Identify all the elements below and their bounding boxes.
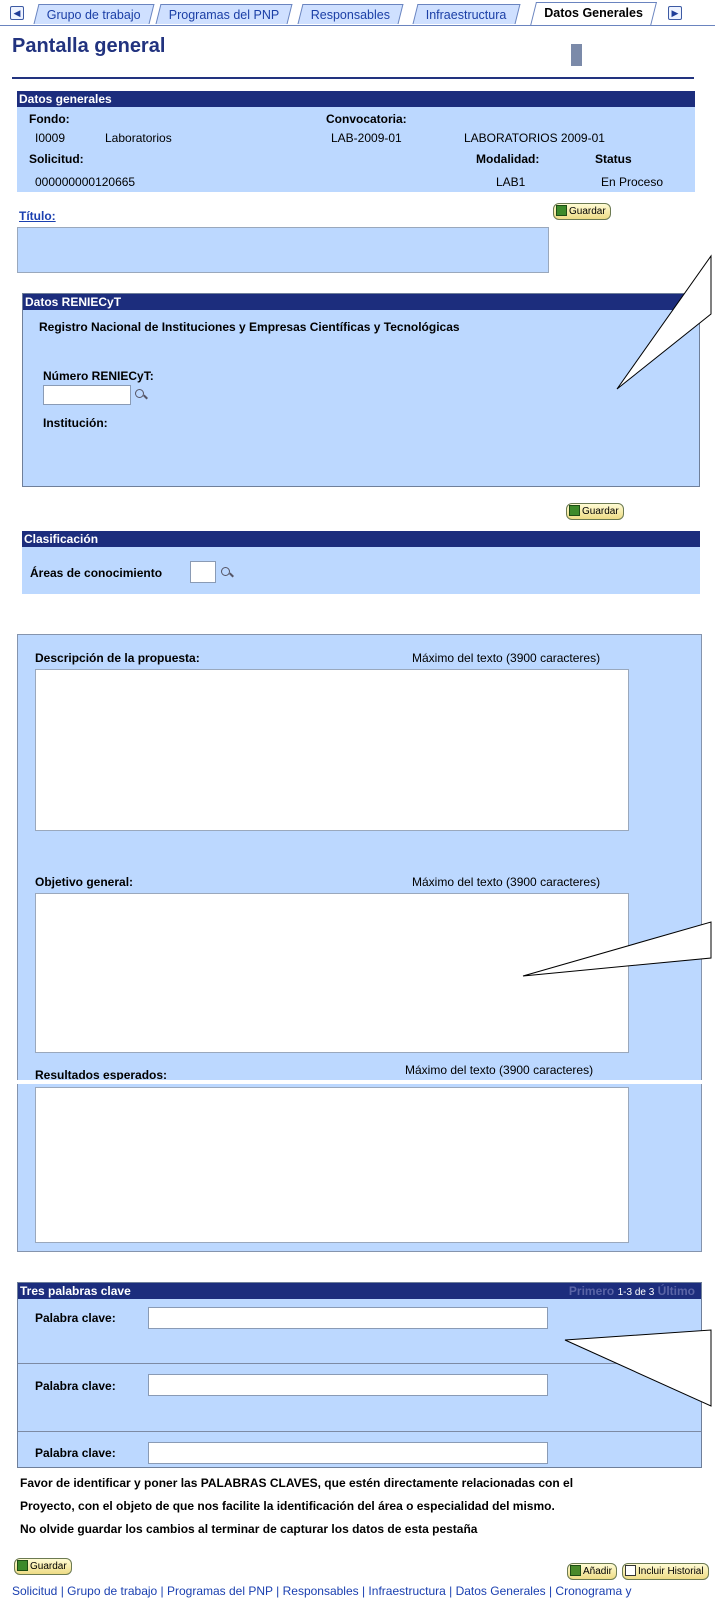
fondo-label: Fondo:	[29, 112, 70, 126]
guardar-button-reniecyt[interactable]: Guardar	[566, 503, 624, 520]
row-divider	[18, 1431, 701, 1432]
reniecyt-header: Datos RENIECyT	[23, 294, 699, 310]
convocatoria-name: LABORATORIOS 2009-01	[464, 131, 605, 145]
save-icon	[569, 505, 580, 516]
tab-programas-del-pnp[interactable]: Programas del PNP	[155, 4, 293, 24]
search-icon[interactable]	[134, 388, 147, 401]
numero-reniecyt-input[interactable]	[43, 385, 131, 405]
anadir-button[interactable]: Añadir	[567, 1563, 617, 1580]
palabras-clave-header: Tres palabras clave Primero 1-3 de 3 Últ…	[18, 1283, 701, 1299]
areas-input[interactable]	[190, 561, 216, 583]
screenshot-seam	[17, 1080, 715, 1084]
nav-last[interactable]: Último	[658, 1284, 695, 1298]
convocatoria-code: LAB-2009-01	[331, 131, 402, 145]
instruction-line-1: Favor de identificar y poner las PALABRA…	[20, 1476, 574, 1490]
nav-first[interactable]: Primero	[569, 1284, 614, 1298]
areas-label: Áreas de conocimiento	[30, 566, 163, 580]
descripcion-textarea[interactable]	[35, 669, 629, 831]
palabra-clave-input-2[interactable]	[148, 1374, 548, 1396]
instruction-line-3: No olvide guardar los cambios al termina…	[20, 1522, 478, 1536]
page-title: Pantalla general	[12, 35, 166, 57]
objetivo-textarea[interactable]	[35, 893, 629, 1053]
status-label: Status	[595, 152, 632, 166]
datos-generales-header: Datos generales	[17, 91, 695, 107]
tab-divider	[0, 25, 715, 26]
palabras-clave-panel: Tres palabras clave Primero 1-3 de 3 Últ…	[17, 1282, 702, 1468]
solicitud-label: Solicitud:	[29, 152, 84, 166]
tab-datos-generales[interactable]: Datos Generales	[530, 2, 657, 26]
title-divider	[12, 77, 694, 79]
save-icon	[556, 205, 567, 216]
descripcion-label: Descripción de la propuesta:	[35, 651, 200, 665]
search-icon[interactable]	[220, 566, 233, 579]
palabra-clave-input-1[interactable]	[148, 1307, 548, 1329]
objetivo-label: Objetivo general:	[35, 875, 134, 889]
palabra-clave-label-2: Palabra clave:	[35, 1379, 116, 1393]
titulo-link[interactable]: Título:	[19, 209, 56, 223]
tab-strip: ◀ Grupo de trabajo Programas del PNP Res…	[0, 0, 715, 28]
modalidad-value: LAB1	[496, 175, 526, 189]
palabra-clave-label-3: Palabra clave:	[35, 1446, 116, 1460]
guardar-button-bottom[interactable]: Guardar	[14, 1558, 72, 1575]
bottom-navigation[interactable]: Solicitud | Grupo de trabajo | Programas…	[12, 1584, 631, 1598]
datos-generales-panel: Datos generales Fondo: I0009 Laboratorio…	[17, 91, 695, 192]
numero-reniecyt-label: Número RENIECyT:	[43, 369, 154, 383]
reniecyt-panel: Datos RENIECyT Registro Nacional de Inst…	[22, 293, 700, 487]
status-indicator	[571, 44, 582, 66]
save-icon	[17, 1560, 28, 1571]
palabras-clave-title: Tres palabras clave	[20, 1284, 131, 1298]
tab-grupo-de-trabajo[interactable]: Grupo de trabajo	[33, 4, 155, 24]
palabras-pagination: Primero 1-3 de 3 Último	[569, 1283, 695, 1301]
resultados-max: Máximo del texto (3900 caracteres)	[405, 1063, 594, 1077]
objetivo-max: Máximo del texto (3900 caracteres)	[412, 875, 601, 889]
fondo-name: Laboratorios	[105, 131, 172, 145]
modalidad-label: Modalidad:	[476, 152, 540, 166]
add-icon	[570, 1565, 581, 1576]
guardar-button-top[interactable]: Guardar	[553, 203, 611, 220]
convocatoria-label: Convocatoria:	[326, 112, 407, 126]
palabra-clave-input-3[interactable]	[148, 1442, 548, 1464]
solicitud-value: 000000000120665	[35, 175, 136, 189]
reniecyt-description: Registro Nacional de Instituciones y Emp…	[39, 320, 460, 334]
row-divider	[18, 1363, 701, 1364]
tab-responsables[interactable]: Responsables	[297, 4, 404, 24]
propuesta-panel: Descripción de la propuesta: Máximo del …	[17, 634, 702, 1252]
descripcion-max: Máximo del texto (3900 caracteres)	[412, 651, 601, 665]
institucion-label: Institución:	[43, 416, 108, 430]
arrow-left-icon[interactable]: ◀	[10, 6, 24, 20]
instruction-line-2: Proyecto, con el objeto de que nos facil…	[20, 1499, 555, 1513]
arrow-right-icon[interactable]: ▶	[668, 6, 682, 20]
history-icon	[625, 1565, 636, 1576]
titulo-field[interactable]	[17, 227, 549, 273]
clasificacion-panel: Clasificación Áreas de conocimiento	[22, 531, 700, 594]
clasificacion-header: Clasificación	[22, 531, 700, 547]
tab-infraestructura[interactable]: Infraestructura	[412, 4, 521, 24]
nav-range: 1-3 de 3	[617, 1287, 655, 1298]
status-value: En Proceso	[601, 175, 664, 189]
resultados-textarea[interactable]	[35, 1087, 629, 1243]
fondo-code: I0009	[35, 131, 66, 145]
incluir-historial-button[interactable]: Incluir Historial	[622, 1563, 709, 1580]
palabra-clave-label-1: Palabra clave:	[35, 1311, 116, 1325]
